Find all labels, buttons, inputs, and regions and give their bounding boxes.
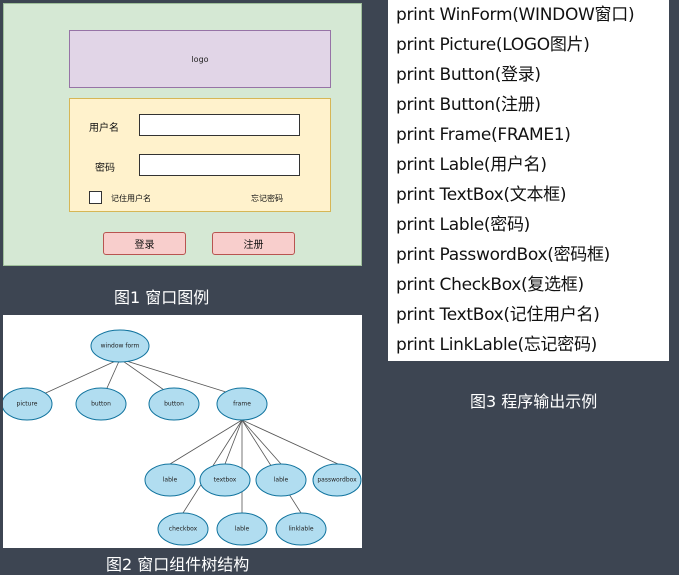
login-button-label: 登录	[134, 240, 155, 251]
node-textbox: textbox	[199, 463, 251, 497]
node-frame: frame	[216, 387, 268, 421]
node-button2: button	[148, 387, 200, 421]
output-line: print CheckBox(复选框)	[396, 275, 584, 295]
node-root-label: window form	[101, 343, 140, 350]
output-line: print Button(注册)	[396, 95, 541, 115]
remember-checkbox[interactable]	[89, 191, 102, 204]
node-lable1-label: lable	[163, 477, 178, 484]
node-checkbox: checkbox	[157, 512, 209, 546]
node-button1: button	[75, 387, 127, 421]
node-picture-label: picture	[17, 401, 38, 408]
remember-label: 记住用户名	[111, 194, 151, 203]
register-button[interactable]: 注册	[212, 232, 295, 255]
edge-frame-lable2	[241, 419, 282, 465]
node-lable1: lable	[144, 463, 196, 497]
username-field[interactable]	[139, 114, 300, 136]
output-line: print PasswordBox(密码框)	[396, 245, 611, 265]
output-line: print TextBox(记住用户名)	[396, 305, 600, 325]
output-line: print Button(登录)	[396, 65, 541, 85]
output-line: print Lable(用户名)	[396, 155, 547, 175]
tree-diagram: window form picture button button frame …	[3, 329, 362, 546]
register-button-label: 注册	[243, 240, 264, 251]
logo-text: logo	[191, 54, 209, 64]
node-linklable: linklable	[275, 512, 327, 546]
component-tree: window form picture button button frame …	[3, 315, 362, 548]
login-frame: 用户名 密码 记住用户名 忘记密码	[69, 98, 331, 212]
node-checkbox-label: checkbox	[169, 526, 198, 533]
login-button[interactable]: 登录	[103, 232, 186, 255]
edge-frame-lable1	[169, 419, 243, 465]
output-line: print LinkLable(忘记密码)	[396, 335, 597, 355]
output-line: print Frame(FRAME1)	[396, 125, 571, 145]
node-lable2-label: lable	[274, 477, 289, 484]
node-passwordbox-label: passwordbox	[317, 477, 357, 484]
window-mockup: logo 用户名 密码 记住用户名 忘记密码 登录 注册	[3, 3, 362, 266]
figure3-caption: 图3 程序输出示例	[470, 392, 598, 411]
output-line: print TextBox(文本框)	[396, 185, 567, 205]
node-button1-label: button	[91, 401, 111, 408]
forgot-password-link[interactable]: 忘记密码	[251, 193, 283, 204]
username-label: 用户名	[89, 123, 119, 134]
edge-frame-textbox	[224, 419, 243, 465]
password-field[interactable]	[139, 154, 300, 176]
node-passwordbox: passwordbox	[312, 463, 362, 497]
node-lable2: lable	[255, 463, 307, 497]
logo-placeholder: logo	[69, 30, 331, 88]
node-button2-label: button	[164, 401, 184, 408]
output-line: print WinForm(WINDOW窗口)	[396, 5, 635, 25]
node-lable3-label: lable	[235, 526, 250, 533]
program-output: print WinForm(WINDOW窗口) print Picture(LO…	[388, 0, 669, 361]
node-textbox-label: textbox	[214, 477, 237, 484]
node-lable3: lable	[216, 512, 268, 546]
node-picture: picture	[3, 387, 53, 421]
figure1-caption: 图1 窗口图例	[114, 288, 210, 307]
figure2-caption: 图2 窗口组件树结构	[106, 555, 250, 574]
node-linklable-label: linklable	[288, 526, 313, 533]
password-label: 密码	[95, 163, 115, 174]
output-line: print Picture(LOGO图片)	[396, 35, 590, 55]
node-frame-label: frame	[233, 401, 251, 408]
output-line: print Lable(密码)	[396, 215, 530, 235]
node-root: window form	[90, 329, 150, 363]
